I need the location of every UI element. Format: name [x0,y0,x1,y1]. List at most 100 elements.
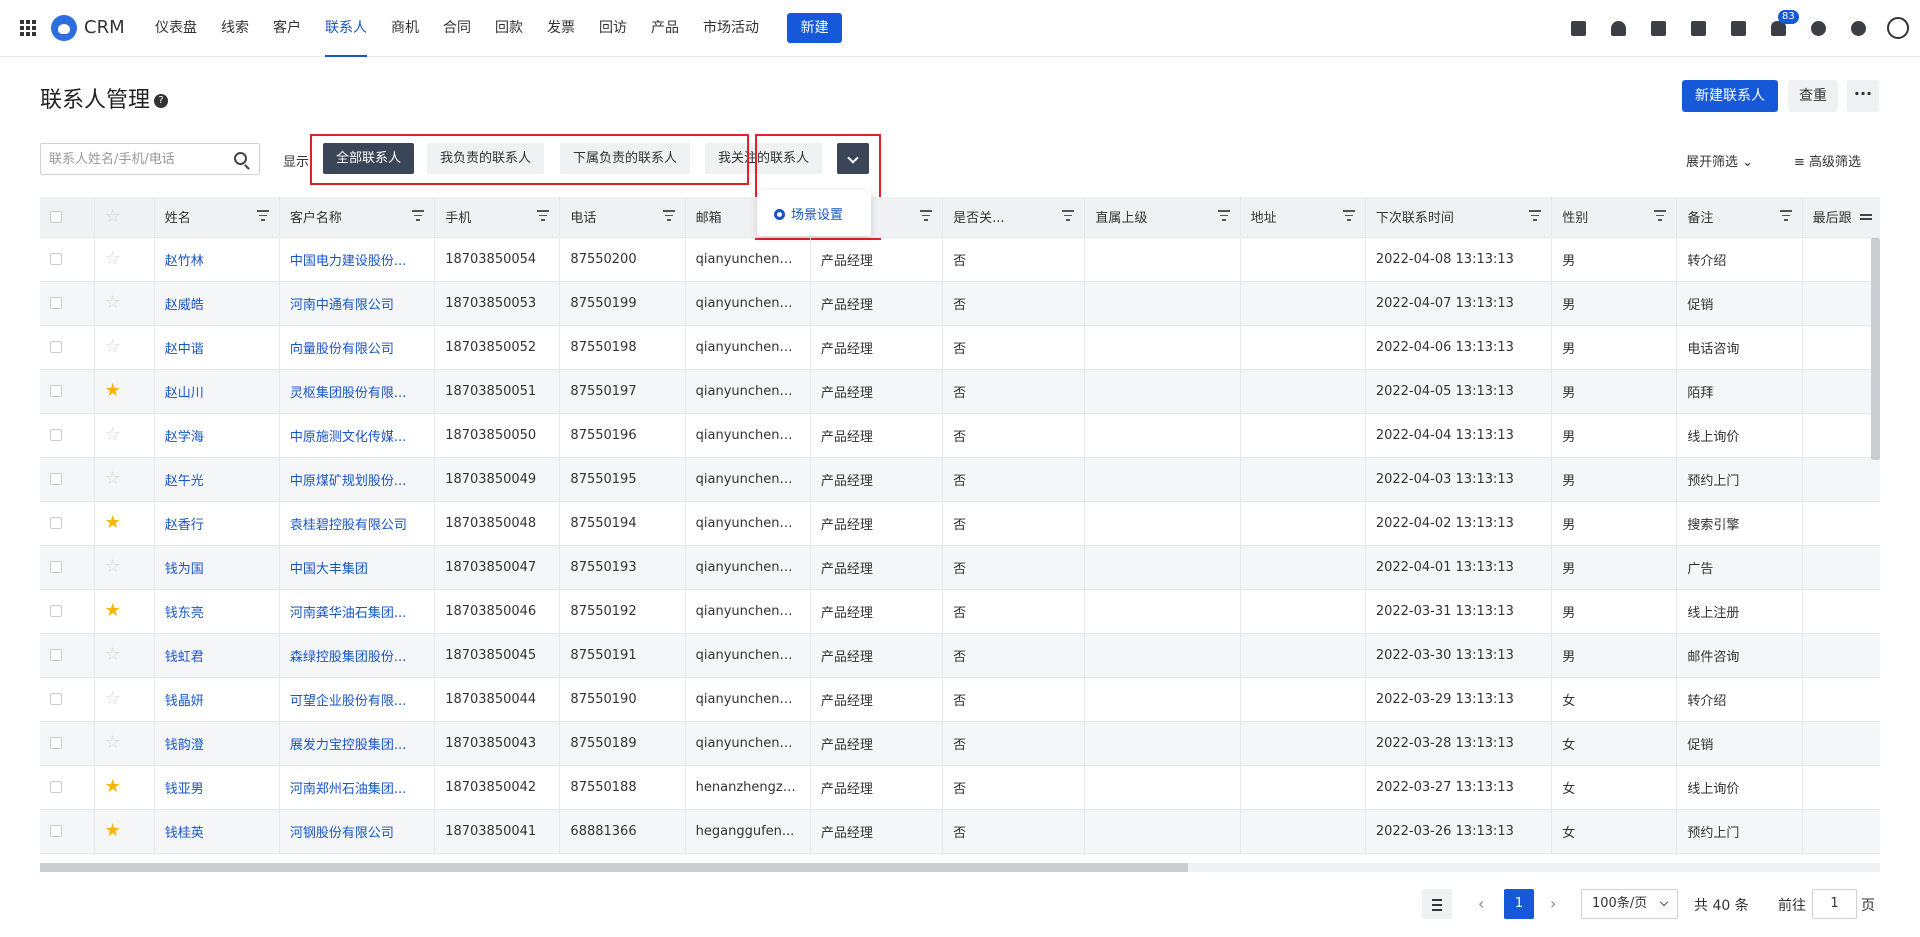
check-duplicate-button[interactable]: 查重 [1788,80,1838,112]
column-filter-icon[interactable] [256,210,269,222]
cell-customer[interactable]: 可望企业股份有限... [279,677,436,722]
cell-name[interactable]: 钱东亮 [154,589,280,634]
cell-name[interactable]: 赵香行 [154,501,280,546]
column-settings-icon[interactable] [1852,197,1880,237]
cell-name[interactable]: 钱晶妍 [154,677,280,722]
star-icon[interactable]: ☆ [105,424,121,445]
column-header[interactable]: 直属上级 [1084,197,1241,238]
column-filter-icon[interactable] [1342,210,1355,222]
column-filter-icon[interactable] [662,210,675,222]
star-icon[interactable]: ☆ [105,336,121,357]
cell-customer[interactable]: 中国大丰集团 [279,545,436,590]
nav-item-1[interactable]: 线索 [209,0,261,57]
table-row[interactable]: ★ 钱亚男 河南郑州石油集团... 18703850042 87550188 henanz… [40,765,1880,810]
column-filter-icon[interactable] [412,210,425,222]
star-icon[interactable]: ★ [105,776,121,797]
column-header[interactable]: 电话 [559,197,686,238]
column-filter-icon[interactable] [1654,210,1667,222]
star-icon[interactable]: ☆ [105,732,121,753]
table-row[interactable]: ☆ 赵午光 中原煤矿规划股份... 18703850049 87550195 qianyu… [40,457,1880,502]
cell-customer[interactable]: 向量股份有限公司 [279,325,436,370]
page-size-select[interactable]: 100条/页 [1581,889,1678,919]
column-filter-icon[interactable] [1062,210,1075,222]
cell-customer[interactable]: 河钢股份有限公司 [279,809,436,854]
table-row[interactable]: ★ 钱东亮 河南龚华油石集团... 18703850046 87550192 qianyu… [40,589,1880,634]
expand-filter-button[interactable]: 展开筛选 ⌄ [1686,151,1753,170]
cell-customer[interactable]: 河南中通有限公司 [279,281,436,326]
prev-page-button[interactable]: ‹ [1478,894,1484,913]
select-all-checkbox[interactable] [50,210,62,223]
column-header[interactable]: 客户名称 [279,197,436,238]
table-row[interactable]: ★ 赵山川 灵枢集团股份有限... 18703850051 87550197 qianyu… [40,369,1880,414]
table-row[interactable]: ★ 赵香行 袁桂碧控股有限公司 18703850048 87550194 qianyunc… [40,501,1880,546]
star-icon[interactable]: ☆ [105,556,121,577]
gear-icon[interactable] [1846,16,1870,40]
star-icon[interactable]: ★ [105,380,121,401]
nav-item-6[interactable]: 回款 [483,0,535,57]
calendar-icon[interactable] [1726,16,1750,40]
current-page-button[interactable]: 1 [1504,889,1534,919]
cell-customer[interactable]: 河南郑州石油集团... [279,765,436,810]
nav-item-5[interactable]: 合同 [431,0,483,57]
avatar-icon[interactable] [1886,16,1910,40]
star-icon[interactable]: ★ [105,820,121,841]
cell-customer[interactable]: 中原施测文化传媒... [279,413,436,458]
column-header[interactable]: 地址 [1240,197,1366,238]
book-icon[interactable] [1646,16,1670,40]
column-header[interactable]: 是否关... [942,197,1086,238]
cell-name[interactable]: 钱亚男 [154,765,280,810]
global-new-button[interactable]: 新建 [787,13,842,43]
cell-name[interactable]: 钱虹君 [154,633,280,678]
star-icon[interactable]: ★ [105,600,121,621]
nav-item-10[interactable]: 市场活动 [691,0,771,57]
bell-icon[interactable]: 83 [1766,10,1799,40]
nav-item-9[interactable]: 产品 [639,0,691,57]
row-checkbox[interactable] [50,737,62,749]
nav-item-3[interactable]: 联系人 [313,0,379,57]
row-checkbox[interactable] [50,385,62,397]
row-checkbox[interactable] [50,561,62,573]
column-header[interactable]: 姓名 [154,197,280,238]
table-row[interactable]: ☆ 钱韵澄 展发力宝控股集团... 18703850043 87550189 qianyu… [40,721,1880,766]
cell-name[interactable]: 赵学海 [154,413,280,458]
cell-customer[interactable]: 展发力宝控股集团... [279,721,436,766]
cell-name[interactable]: 钱桂英 [154,809,280,854]
nav-item-8[interactable]: 回访 [587,0,639,57]
row-checkbox[interactable] [50,473,62,485]
new-contact-button[interactable]: 新建联系人 [1682,80,1778,112]
row-checkbox[interactable] [50,341,62,353]
nav-item-7[interactable]: 发票 [535,0,587,57]
table-row[interactable]: ☆ 赵学海 中原施测文化传媒... 18703850050 87550196 qianyu… [40,413,1880,458]
column-filter-icon[interactable] [1779,210,1792,222]
star-icon[interactable]: ☆ [105,644,121,665]
column-filter-icon[interactable] [920,210,933,222]
column-header[interactable]: 性别 [1551,197,1678,238]
row-checkbox[interactable] [50,825,62,837]
cell-name[interactable]: 赵威皓 [154,281,280,326]
table-row[interactable]: ☆ 赵中谐 向量股份有限公司 18703850052 87550198 qianyunch… [40,325,1880,370]
star-icon[interactable]: ★ [105,512,121,533]
cell-name[interactable]: 赵竹林 [154,237,280,282]
cell-customer[interactable]: 河南龚华油石集团... [279,589,436,634]
column-header[interactable]: 下次联系时间 [1365,197,1553,238]
next-page-button[interactable]: › [1550,894,1556,913]
search-input[interactable] [41,144,221,174]
row-checkbox[interactable] [50,517,62,529]
cell-name[interactable]: 赵山川 [154,369,280,414]
row-checkbox[interactable] [50,297,62,309]
cell-customer[interactable]: 袁桂碧控股有限公司 [279,501,436,546]
list-view-icon[interactable] [1422,889,1452,919]
column-filter-icon[interactable] [537,210,550,222]
star-icon[interactable]: ☆ [105,468,121,489]
table-row[interactable]: ☆ 赵竹林 中国电力建设股份... 18703850054 87550200 qianyu… [40,237,1880,282]
column-header[interactable]: 备注 [1676,197,1803,238]
table-row[interactable]: ☆ 钱虹君 森绿控股集团股份... 18703850045 87550191 qianyu… [40,633,1880,678]
table-row[interactable]: ☆ 钱为国 中国大丰集团 18703850047 87550193 qianyunchen… [40,545,1880,590]
nav-item-2[interactable]: 客户 [261,0,313,57]
advanced-filter-button[interactable]: ≡ 高级筛选 [1794,151,1861,170]
star-icon[interactable]: ☆ [105,248,121,269]
cell-name[interactable]: 赵午光 [154,457,280,502]
row-checkbox[interactable] [50,253,62,265]
table-row[interactable]: ☆ 赵威皓 河南中通有限公司 18703850053 87550199 qianyunch… [40,281,1880,326]
row-checkbox[interactable] [50,781,62,793]
